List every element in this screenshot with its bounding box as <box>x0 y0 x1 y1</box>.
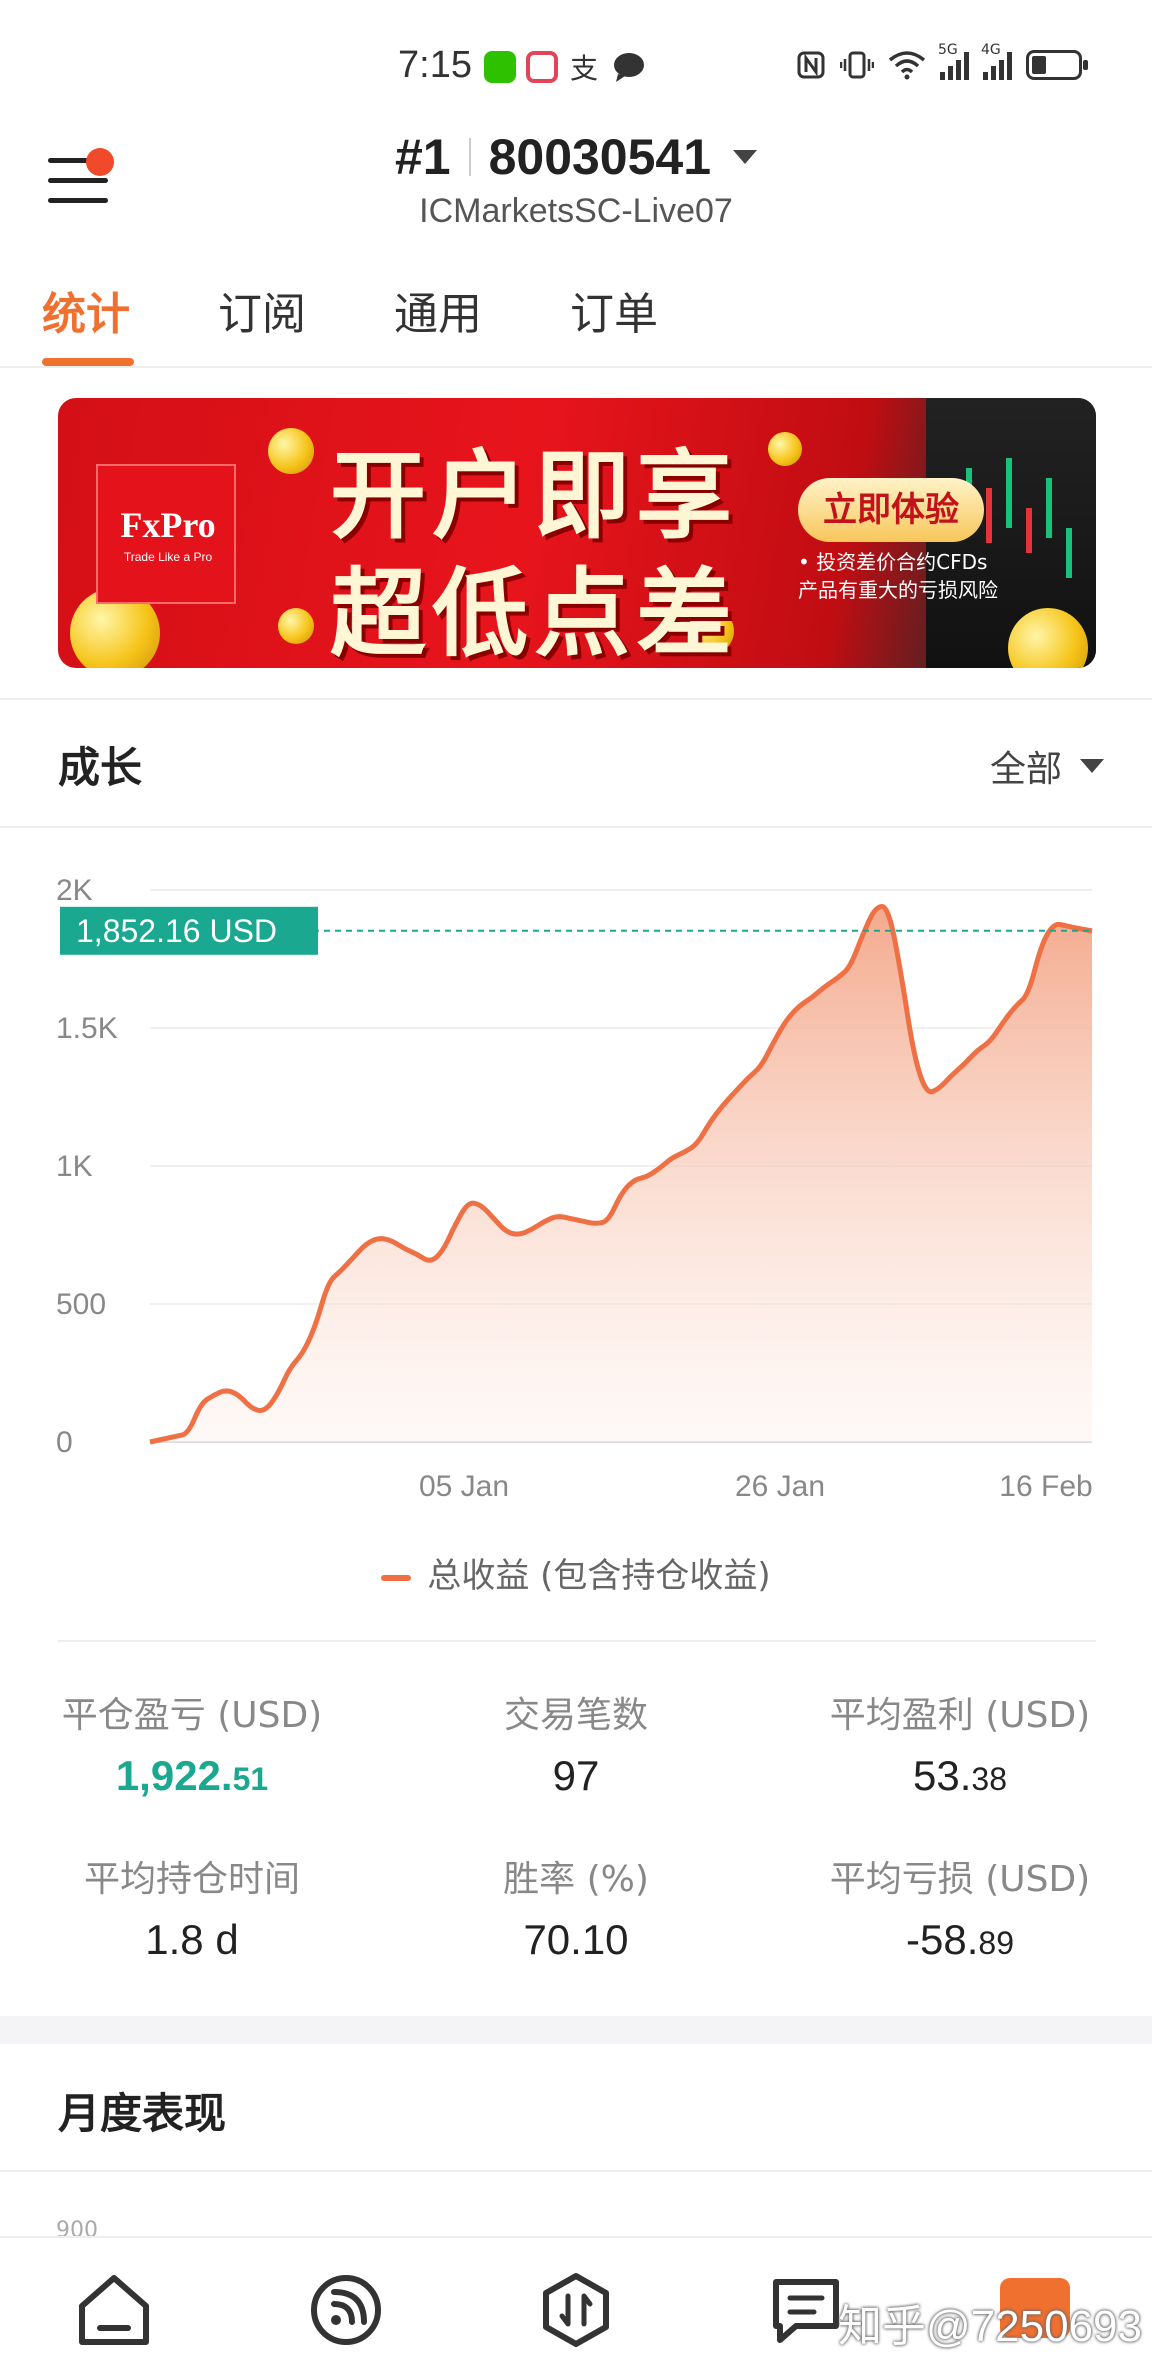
stat-value-int: 1,922. <box>115 1752 233 1799</box>
period-filter-label: 全部 <box>989 749 1062 790</box>
feed-icon[interactable] <box>306 2270 386 2350</box>
stat-label: 平仓盈亏 (USD) <box>61 1695 323 1736</box>
fxpro-logo: FxPro Trade Like a Pro <box>96 464 236 604</box>
stat-avg-profit: 平均盈利 (USD) 53.38 <box>768 1686 1152 1800</box>
y-tick-label: 1K <box>56 1150 93 1183</box>
tab-subscriptions[interactable]: 订阅 <box>218 278 306 342</box>
status-system-icons: 5G 4G <box>796 42 1088 80</box>
account-selector[interactable]: #1 80030541 ICMarketsSC-Live07 <box>0 128 1152 231</box>
status-notifications: 支 <box>484 50 646 84</box>
divider <box>0 2170 1152 2172</box>
growth-area <box>150 906 1092 1442</box>
stat-value: 70.10 <box>384 1916 768 1964</box>
messages-icon[interactable] <box>766 2270 846 2350</box>
period-filter[interactable]: 全部 <box>990 740 1104 792</box>
fxpro-logo-text: FxPro <box>120 505 216 545</box>
legend-label: 总收益 (包含持仓收益) <box>427 1556 771 1596</box>
status-time: 7:15 <box>398 44 472 86</box>
tab-orders[interactable]: 订单 <box>570 278 658 342</box>
stat-value: -58.89 <box>768 1916 1152 1964</box>
signal-5g-label: 5G <box>938 42 958 58</box>
tab-general[interactable]: 通用 <box>394 278 482 342</box>
y-tick-label: 2K <box>56 874 93 907</box>
stat-value: 53.38 <box>768 1752 1152 1800</box>
promo-banner[interactable]: FxPro Trade Like a Pro 开户即享 超低点差 立即体验 • … <box>58 398 1096 668</box>
account-number: 80030541 <box>488 129 712 185</box>
wechat-icon <box>484 51 516 83</box>
status-bar: 7:15 支 5G 4G <box>0 0 1152 130</box>
tab-statistics[interactable]: 统计 <box>42 278 130 342</box>
stat-label: 交易笔数 <box>503 1695 648 1736</box>
x-tick-label: 16 Feb <box>999 1470 1092 1503</box>
nfc-icon <box>797 51 825 79</box>
stat-win-rate: 胜率 (%) 70.10 <box>384 1850 768 1964</box>
legend-swatch <box>381 1574 412 1581</box>
stat-value: 97 <box>384 1752 768 1800</box>
tab-indicator <box>42 358 134 366</box>
stat-value: 1,922.51 <box>0 1752 384 1800</box>
banner-risk-warning: • 投资差价合约CFDs 产品有重大的亏损风险 <box>798 548 1018 604</box>
stat-closed-pnl: 平仓盈亏 (USD) 1,922.51 <box>0 1686 384 1800</box>
divider <box>0 698 1152 700</box>
risk-line-1: • 投资差价合约CFDs <box>798 550 988 574</box>
growth-chart: 2K 1.5K 1K 500 0 05 Jan 26 Jan 16 Feb 1,852.16… <box>56 874 1093 1503</box>
stat-trade-count: 交易笔数 97 <box>384 1686 768 1800</box>
svg-text:支: 支 <box>570 52 598 84</box>
y-tick-label: 1.5K <box>56 1012 118 1045</box>
stat-value-int: -58. <box>906 1916 979 1963</box>
stat-label: 平均持仓时间 <box>83 1859 300 1900</box>
signal-4g-label: 4G <box>981 42 1001 58</box>
notes-icon <box>526 51 558 83</box>
section-gap <box>0 2016 1152 2044</box>
x-tick-label: 05 Jan <box>419 1470 509 1503</box>
growth-title: 成长 <box>58 743 143 792</box>
stat-value-int: 53. <box>913 1752 972 1799</box>
stat-value-dec: 38 <box>971 1761 1007 1797</box>
x-tick-label: 26 Jan <box>735 1470 825 1503</box>
divider <box>0 826 1152 828</box>
stat-label: 平均亏损 (USD) <box>829 1859 1091 1900</box>
current-value-label: 1,852.16 USD <box>76 913 277 949</box>
chart-legend: 总收益 (包含持仓收益) <box>0 1548 1152 1597</box>
monthly-title: 月度表现 <box>58 2089 227 2138</box>
risk-line-2: 产品有重大的亏损风险 <box>798 578 998 602</box>
account-rank: #1 <box>394 129 451 185</box>
server-name: ICMarketsSC-Live07 <box>419 192 733 230</box>
banner-cta-button[interactable]: 立即体验 <box>798 478 984 542</box>
stat-label: 胜率 (%) <box>503 1859 649 1900</box>
stat-value-int: 97 <box>552 1752 600 1799</box>
stat-label: 平均盈利 (USD) <box>829 1695 1091 1736</box>
y-tick-label: 0 <box>56 1426 73 1459</box>
stat-value: 1.8 d <box>0 1916 384 1964</box>
divider <box>58 1640 1096 1642</box>
battery-icon <box>1026 50 1088 80</box>
banner-headline-2: 超低点差 <box>330 558 738 668</box>
signal-4g-icon: 4G <box>981 42 1012 80</box>
chevron-down-icon[interactable] <box>733 150 758 164</box>
signal-5g-icon: 5G <box>938 42 969 80</box>
stat-value-dec: 89 <box>978 1925 1014 1961</box>
stat-value-int: 70.10 <box>523 1916 629 1963</box>
chevron-down-icon <box>1080 759 1104 773</box>
stat-avg-hold-time: 平均持仓时间 1.8 d <box>0 1850 384 1964</box>
watermark: 知乎@7250693 <box>838 2302 1142 2351</box>
stat-avg-loss: 平均亏损 (USD) -58.89 <box>768 1850 1152 1964</box>
fxpro-tagline: Trade Like a Pro <box>123 550 213 564</box>
trade-icon[interactable] <box>536 2270 616 2350</box>
tab-bar: 统计 订阅 通用 订单 <box>0 270 1152 368</box>
wifi-icon <box>888 51 926 80</box>
stat-value-int: 1.8 d <box>145 1916 239 1963</box>
y-tick-label: 500 <box>56 1288 106 1321</box>
vibrate-icon <box>840 51 874 79</box>
chat-bubble-icon <box>614 53 644 82</box>
alipay-icon: 支 <box>570 52 598 84</box>
stat-value-dec: 51 <box>232 1761 269 1797</box>
home-icon[interactable] <box>74 2270 154 2350</box>
